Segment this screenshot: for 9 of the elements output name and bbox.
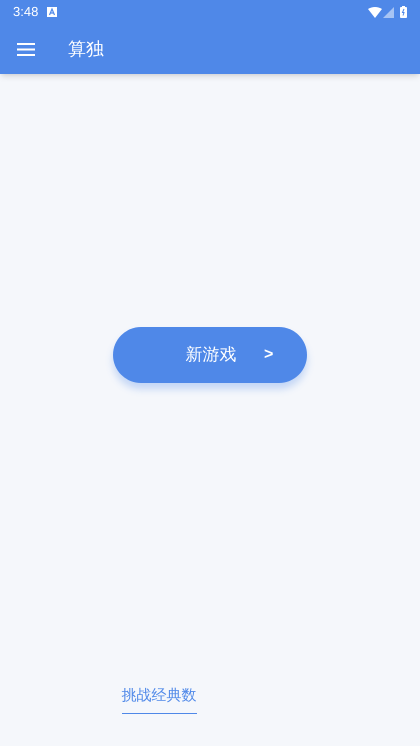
status-time: 3:48 [13, 3, 38, 22]
notification-icon [47, 7, 58, 17]
signal-icon [383, 6, 394, 18]
classic-sudoku-link[interactable]: 挑战经典数 [122, 684, 196, 714]
app-title: 算独 [68, 38, 104, 60]
battery-icon [400, 6, 407, 18]
wifi-icon [368, 6, 382, 18]
menu-icon [17, 42, 35, 56]
new-game-button[interactable]: 新游戏 > [113, 327, 307, 383]
